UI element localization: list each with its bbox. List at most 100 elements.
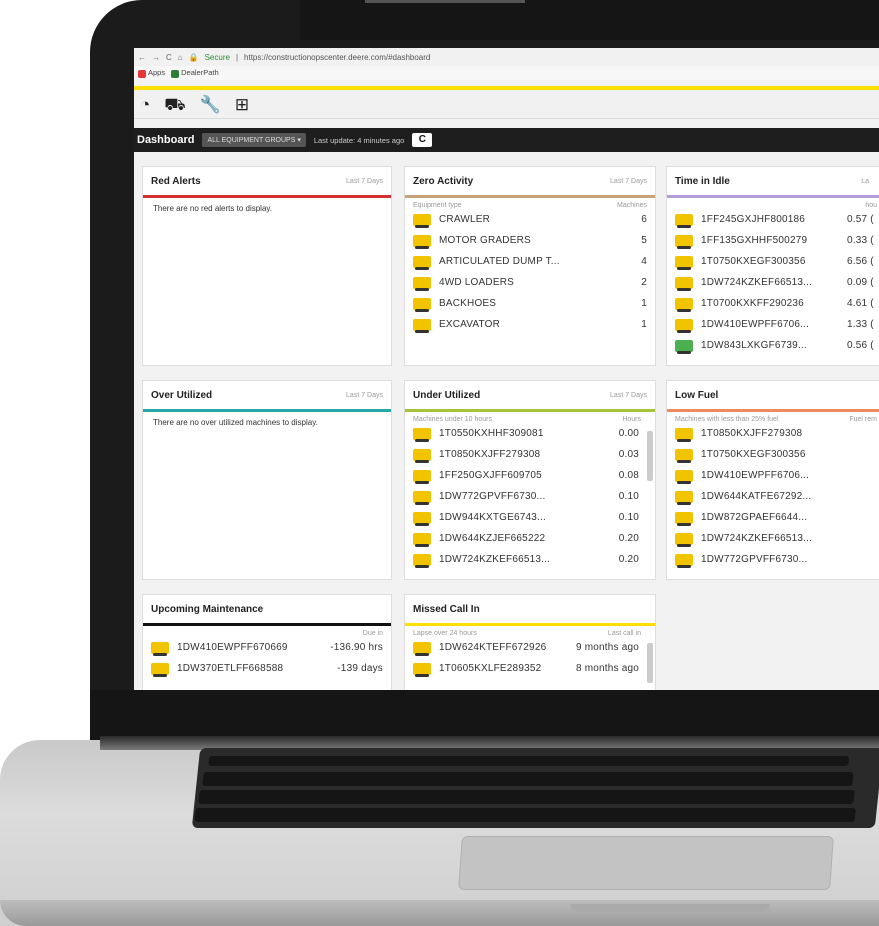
column-header: Lapse over 24 hours	[413, 630, 477, 637]
item-value: 0.20	[618, 554, 639, 565]
loader-icon	[413, 276, 431, 291]
bookmark-apps[interactable]: Apps	[138, 68, 166, 78]
keyboard	[191, 748, 879, 828]
list-item[interactable]: 1DW644KATFE67292...	[667, 486, 879, 507]
panel-time-in-idle: Time in Idle La hou 1FF245GXJHF800186 0.5…	[666, 166, 879, 366]
list-item[interactable]: 1T0750KXEGF300356	[667, 444, 879, 465]
list-item[interactable]: MOTOR GRADERS 5	[405, 230, 655, 251]
list-item[interactable]: 1DW944KXTGE6743... 0.10	[405, 507, 647, 528]
item-name: 1DW370ETLFF668588	[177, 663, 284, 674]
idle-list: 1FF245GXJHF800186 0.57 ( 1FF135GXHHF50027…	[667, 209, 879, 356]
list-item[interactable]: 1DW872GPAEF6644...	[667, 507, 879, 528]
item-name: 1DW843LXKGF6739...	[701, 340, 807, 351]
item-value: 0.10	[618, 512, 639, 523]
loader-icon	[413, 553, 431, 568]
panel-range[interactable]: La	[861, 178, 869, 185]
list-item[interactable]: 1T0700KXKFF290236 4.61 (	[667, 293, 879, 314]
bookmark-apps-label: Apps	[148, 68, 166, 78]
column-header: Due in	[362, 630, 383, 637]
page-title: Dashboard	[137, 134, 195, 146]
equipment-group-select[interactable]: ALL EQUIPMENT GROUPS ▾	[202, 133, 306, 147]
list-item[interactable]: 1DW370ETLFF668588 -139 days	[143, 658, 391, 679]
list-item[interactable]: 1DW644KZJEF665222 0.20	[405, 528, 647, 549]
number-key-row	[202, 772, 854, 786]
crawler-icon	[413, 448, 431, 463]
refresh-button[interactable]: C	[412, 133, 433, 147]
panel-over-utilized: Over Utilized Last 7 Days There are no o…	[142, 380, 392, 580]
lid-top	[300, 0, 879, 40]
list-item[interactable]: 4WD LOADERS 2	[405, 272, 655, 293]
panel-zero-activity: Zero Activity Last 7 Days Equipment type…	[404, 166, 656, 366]
panel-title: Upcoming Maintenance	[151, 603, 264, 615]
url-field[interactable]: https://constructionopscenter.deere.com/…	[244, 53, 430, 62]
item-name: 1DW772GPVFF6730...	[701, 554, 808, 565]
list-item[interactable]: 1T0750KXEGF300356 6.56 (	[667, 251, 879, 272]
column-header: Last call in	[607, 630, 641, 637]
item-name: 1DW410EWPFF6706...	[701, 319, 810, 330]
dealerpath-icon	[171, 69, 180, 78]
column-headers: Lapse over 24 hours Last call in	[405, 626, 655, 637]
panel-upcoming-maintenance: Upcoming Maintenance Due in 1DW410EWPFF6…	[142, 594, 392, 690]
list-item[interactable]: 1T0850KXJFF279308	[667, 423, 879, 444]
gauge-icon[interactable]: ◔	[140, 96, 150, 113]
item-name: EXCAVATOR	[439, 319, 501, 330]
panel-range[interactable]: Last 7 Days	[610, 392, 647, 399]
crawler-icon	[413, 662, 431, 677]
bookmark-dealerpath[interactable]: DealerPath	[171, 68, 219, 78]
list-item[interactable]: 1T0550KXHHF309081 0.00	[405, 423, 647, 444]
list-item[interactable]: EXCAVATOR 1	[405, 314, 655, 335]
item-name: 1DW724KZKEF66513...	[701, 277, 813, 288]
dump-truck-icon	[675, 469, 693, 484]
item-value: 4.61 (	[847, 298, 874, 309]
dump-truck-icon	[151, 641, 169, 656]
home-icon[interactable]: ⌂	[178, 53, 183, 62]
list-item[interactable]: BACKHOES 1	[405, 293, 655, 314]
scrollbar[interactable]	[647, 643, 653, 683]
list-item[interactable]: 1FF135GXHHF500279 0.33 (	[667, 230, 879, 251]
list-item[interactable]: 1FF250GXJFF609705 0.08	[405, 465, 647, 486]
list-item[interactable]: CRAWLER 6	[405, 209, 655, 230]
browser-address-bar: ← → C ⌂ 🔒 Secure | https://constructiono…	[134, 48, 879, 66]
list-item[interactable]: 1T0605KXLFE289352 8 months ago	[405, 658, 647, 679]
back-icon[interactable]: ←	[138, 53, 146, 62]
list-item[interactable]: 1DW410EWPFF6706...	[667, 465, 879, 486]
column-headers: hou	[667, 198, 879, 209]
panel-range[interactable]: Last 7 Days	[610, 178, 647, 185]
item-value: 0.20	[618, 533, 639, 544]
list-item[interactable]: ARTICULATED DUMP T... 4	[405, 251, 655, 272]
list-item[interactable]: 1DW724KZKEF66513...	[667, 528, 879, 549]
screen: ← → C ⌂ 🔒 Secure | https://constructiono…	[134, 48, 879, 690]
low-fuel-list: 1T0850KXJFF279308 1T0750KXEGF300356 1DW4…	[667, 423, 879, 570]
list-item[interactable]: 1DW724KZKEF66513... 0.09 (	[667, 272, 879, 293]
map-icon[interactable]: ⛟	[164, 96, 185, 113]
list-item[interactable]: 1DW772GPVFF6730...	[667, 549, 879, 570]
screen-bezel-bottom	[90, 690, 879, 740]
list-item[interactable]: 1T0850KXJFF279308 0.03	[405, 444, 647, 465]
crawler-icon	[675, 448, 693, 463]
list-item[interactable]: 1DW410EWPFF6706... 1.33 (	[667, 314, 879, 335]
list-item[interactable]: 1DW410EWPFF670669 -136.90 hrs	[143, 637, 391, 658]
item-name: 1DW410EWPFF6706...	[701, 470, 810, 481]
item-value: 1	[641, 319, 647, 330]
grid-icon[interactable]: ⊞	[235, 96, 249, 113]
panel-range[interactable]: Last 7 Days	[346, 392, 383, 399]
forward-icon[interactable]: →	[152, 53, 160, 62]
panel-header: Red Alerts Last 7 Days	[143, 167, 391, 195]
item-name: 1DW644KATFE67292...	[701, 491, 812, 502]
dump-truck-icon	[151, 662, 169, 677]
reload-icon[interactable]: C	[166, 53, 172, 62]
column-header: Machines under 10 hours	[413, 416, 492, 423]
motor-grader-icon	[675, 553, 693, 568]
list-item[interactable]: 1DW724KZKEF66513... 0.20	[405, 549, 647, 570]
item-value: -136.90 hrs	[330, 642, 383, 653]
list-item[interactable]: 1DW843LXKGF6739... 0.56 (	[667, 335, 879, 356]
list-item[interactable]: 1DW624KTEFF672926 9 months ago	[405, 637, 647, 658]
panel-range[interactable]: Last 7 Days	[346, 178, 383, 185]
crawler-icon	[675, 297, 693, 312]
wrench-icon[interactable]: 🔧	[200, 96, 221, 113]
list-item[interactable]: 1FF245GXJHF800186 0.57 (	[667, 209, 879, 230]
column-headers: Machines with less than 25% fuel Fuel re…	[667, 412, 879, 423]
scrollbar[interactable]	[647, 431, 653, 481]
motor-grader-icon	[675, 511, 693, 526]
list-item[interactable]: 1DW772GPVFF6730... 0.10	[405, 486, 647, 507]
